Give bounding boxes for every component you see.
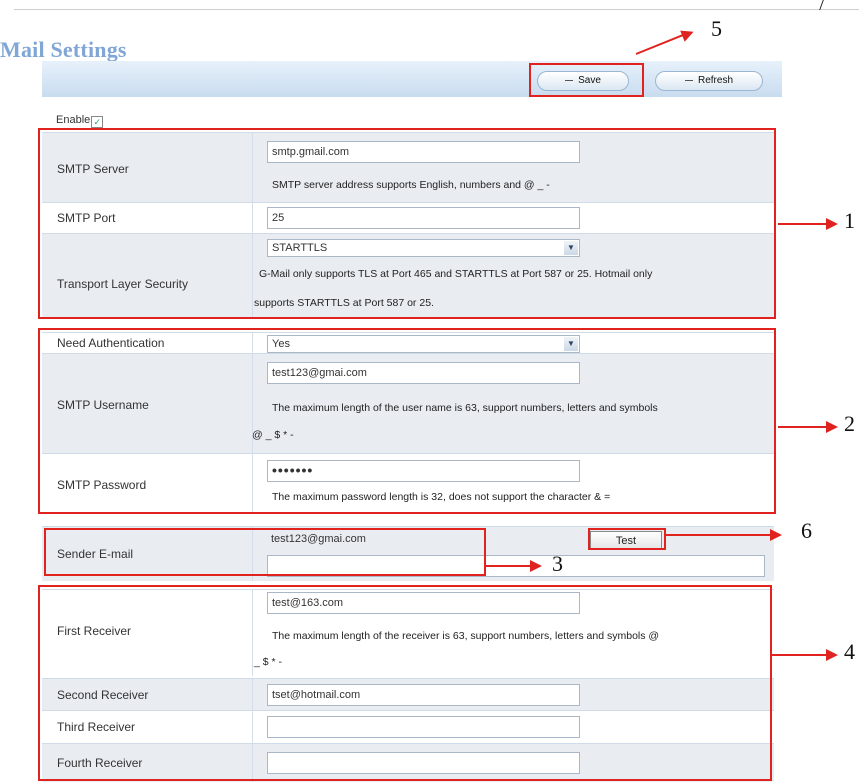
annotation-box-2 (38, 328, 776, 514)
annotation-arrowhead-3 (530, 560, 542, 572)
annotation-arrow-3 (486, 565, 532, 567)
annotation-arrow-5 (635, 33, 685, 55)
annotation-box-1 (38, 128, 776, 319)
refresh-icon (684, 79, 693, 81)
annotation-box-3 (44, 528, 486, 576)
annotation-number-3: 3 (552, 551, 563, 576)
annotation-arrowhead-6 (770, 529, 782, 541)
enable-label: Enable (56, 114, 91, 126)
annotation-number-2: 2 (844, 411, 855, 436)
annotation-arrowhead-5 (680, 26, 696, 42)
enable-checkbox[interactable]: ✓ (91, 116, 104, 128)
annotation-box-6 (588, 528, 666, 550)
enable-row: Enable ✓ (56, 114, 104, 128)
annotation-arrow-2 (778, 426, 828, 428)
annotation-arrowhead-1 (826, 218, 838, 230)
page-title: Mail Settings (0, 37, 127, 62)
annotation-arrow-4 (772, 654, 828, 656)
annotation-box-5 (529, 63, 644, 97)
annotation-arrowhead-2 (826, 421, 838, 433)
annotation-arrow-1 (778, 223, 828, 225)
annotation-arrowhead-4 (826, 649, 838, 661)
top-divider (14, 9, 859, 10)
annotation-number-4: 4 (844, 639, 855, 664)
annotation-number-5: 5 (711, 16, 722, 41)
annotation-number-1: 1 (844, 208, 855, 233)
annotation-number-6: 6 (801, 518, 812, 543)
refresh-button[interactable]: Refresh (655, 71, 763, 91)
refresh-button-label: Refresh (697, 75, 733, 86)
annotation-arrow-6 (666, 534, 772, 536)
annotation-box-4 (38, 585, 772, 781)
